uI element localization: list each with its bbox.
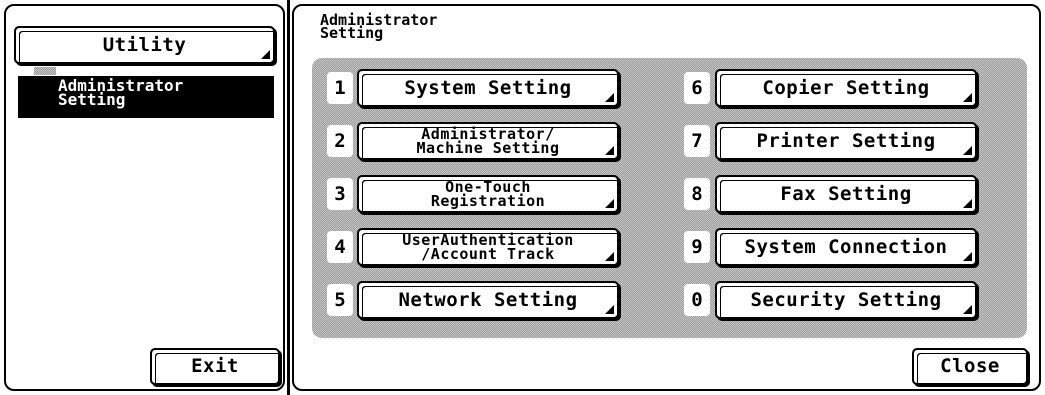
menu-button-10[interactable]: Security Setting bbox=[715, 281, 977, 319]
corner-arrow-icon bbox=[605, 252, 614, 261]
corner-arrow-icon bbox=[963, 146, 972, 155]
menu-number-5: 5 bbox=[327, 284, 353, 316]
menu-button-label: Registration bbox=[430, 192, 546, 210]
menu-button-3[interactable]: One-Touch Registration bbox=[357, 175, 619, 213]
corner-arrow-icon bbox=[963, 305, 972, 314]
panel-divider bbox=[287, 0, 290, 395]
menu-button-8[interactable]: Fax Setting bbox=[715, 175, 977, 213]
menu-button-7[interactable]: Printer Setting bbox=[715, 122, 977, 160]
exit-button[interactable]: Exit bbox=[150, 348, 280, 385]
corner-arrow-icon bbox=[261, 50, 270, 59]
corner-arrow-icon bbox=[963, 252, 972, 261]
menu-button-label: System Connection bbox=[744, 235, 948, 258]
corner-arrow-icon bbox=[605, 305, 614, 314]
menu-button-label: Copier Setting bbox=[762, 76, 930, 99]
menu-button-4[interactable]: UserAuthentication/Account Track bbox=[357, 228, 619, 266]
menu-number-6: 6 bbox=[684, 72, 710, 104]
corner-arrow-icon bbox=[605, 146, 614, 155]
corner-arrow-icon bbox=[605, 93, 614, 102]
sidebar-item-administrator-setting[interactable]: Administrator Setting bbox=[18, 76, 274, 118]
sidebar-item-label-line2: Setting bbox=[58, 90, 126, 109]
utility-button[interactable]: Utility bbox=[14, 26, 275, 64]
breadcrumb-grip bbox=[34, 67, 56, 75]
menu-number-9: 9 bbox=[684, 231, 710, 263]
menu-button-9[interactable]: System Connection bbox=[715, 228, 977, 266]
menu-button-5[interactable]: Network Setting bbox=[357, 281, 619, 319]
corner-arrow-icon bbox=[963, 199, 972, 208]
menu-button-label: Fax Setting bbox=[780, 182, 912, 205]
menu-button-1[interactable]: System Setting bbox=[357, 69, 619, 107]
menu-button-label: Printer Setting bbox=[756, 129, 936, 152]
exit-button-label: Exit bbox=[191, 355, 239, 377]
menu-button-label: Network Setting bbox=[398, 288, 578, 311]
utility-button-label: Utility bbox=[102, 33, 187, 56]
close-button[interactable]: Close bbox=[912, 348, 1028, 385]
menu-number-3: 3 bbox=[327, 178, 353, 210]
menu-button-2[interactable]: Administrator/Machine Setting bbox=[357, 122, 619, 160]
menu-button-label: /Account Track bbox=[421, 245, 555, 263]
page-title: Administrator Setting bbox=[320, 13, 437, 41]
menu-button-label: System Setting bbox=[404, 76, 572, 99]
corner-arrow-icon bbox=[963, 93, 972, 102]
menu-number-8: 8 bbox=[684, 178, 710, 210]
menu-button-label: Security Setting bbox=[750, 288, 942, 311]
menu-number-7: 7 bbox=[684, 125, 710, 157]
menu-number-2: 2 bbox=[327, 125, 353, 157]
menu-number-10: 0 bbox=[684, 284, 710, 316]
menu-button-6[interactable]: Copier Setting bbox=[715, 69, 977, 107]
menu-number-4: 4 bbox=[327, 231, 353, 263]
close-button-label: Close bbox=[940, 355, 1000, 377]
menu-number-1: 1 bbox=[327, 72, 353, 104]
menu-button-label: Machine Setting bbox=[416, 139, 560, 157]
corner-arrow-icon bbox=[605, 199, 614, 208]
